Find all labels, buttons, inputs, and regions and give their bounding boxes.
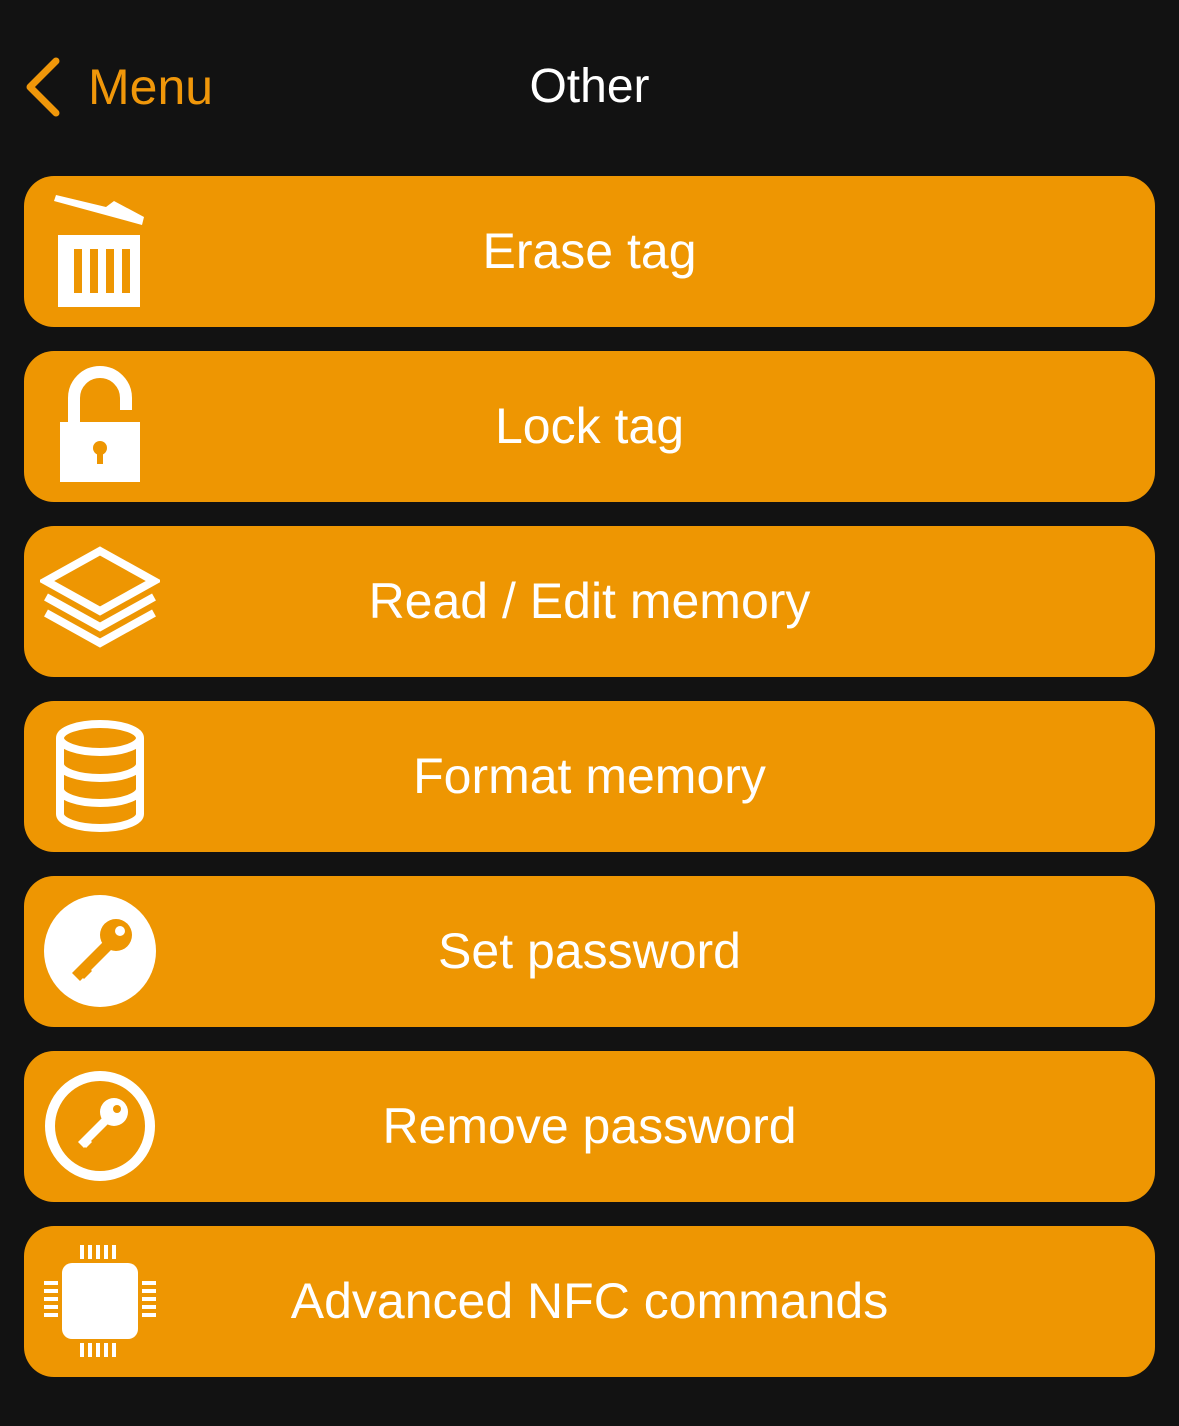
format-memory-button[interactable]: Format memory [24,701,1155,852]
format-memory-label: Format memory [413,748,766,804]
erase-tag-button[interactable]: Erase tag [24,176,1155,327]
read-edit-memory-label: Read / Edit memory [368,573,811,629]
options-list: Erase tag Lock tag Read / Edit memory Fo… [24,176,1155,1401]
remove-password-button[interactable]: Remove password [24,1051,1155,1202]
read-edit-memory-button[interactable]: Read / Edit memory [24,526,1155,677]
set-password-label: Set password [438,923,741,979]
lock-tag-button[interactable]: Lock tag [24,351,1155,502]
advanced-nfc-commands-label: Advanced NFC commands [290,1273,889,1329]
set-password-button[interactable]: Set password [24,876,1155,1027]
lock-tag-label: Lock tag [494,398,684,454]
navigation-bar: Menu Other [0,0,1179,176]
erase-tag-label: Erase tag [482,223,697,279]
remove-password-label: Remove password [382,1098,797,1154]
page-title: Other [529,60,650,113]
advanced-nfc-commands-button[interactable]: Advanced NFC commands [24,1226,1155,1377]
